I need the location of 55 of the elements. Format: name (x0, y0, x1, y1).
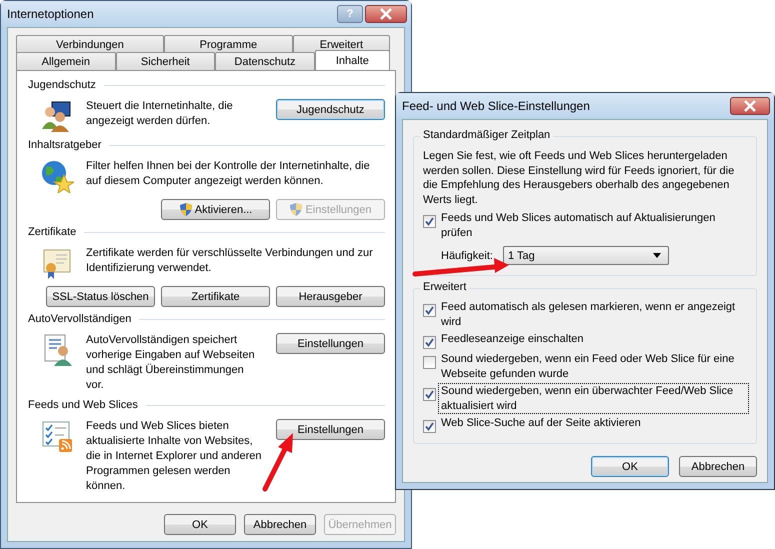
settings-button[interactable]: Einstellungen (276, 333, 385, 354)
tab[interactable]: Programme (164, 35, 293, 53)
section-title: Zertifikate (28, 226, 76, 238)
description-text: Steuert die Internetinhalte, die angezeigt werden dürfen. (86, 99, 234, 129)
dropdown-arrow-icon (652, 253, 661, 258)
frequency-label: Häufigkeit: (441, 250, 493, 262)
checkmark-icon (425, 217, 434, 226)
group-title: Standardmäßiger Zeitplan (420, 129, 554, 141)
section-title: Inhaltsratgeber (28, 139, 102, 151)
feed-list-icon (40, 419, 74, 453)
description-text: Filter helfen Ihnen bei der Kontrolle der Internetinhalte, die auf diesem Computer angezeigt werden können. (86, 159, 371, 189)
tab[interactable]: Verbindungen (16, 35, 164, 53)
checkmark-icon (425, 306, 434, 315)
dialog-button[interactable]: Abbrechen (679, 456, 757, 477)
shield-icon (178, 202, 193, 217)
dialog-button[interactable]: OK (591, 456, 669, 477)
dialog-button[interactable]: Abbrechen (244, 514, 316, 535)
checkbox[interactable]: Sound wiedergeben, wenn ein Feed oder Web Slice für eine Webseite gefunden wurde (423, 352, 748, 381)
settings-button[interactable]: Jugendschutz (276, 99, 385, 120)
checkbox[interactable]: Sound wiedergeben, wenn ein überwachter Feed/Web Slice aktualisiert wird (423, 384, 748, 413)
checkbox[interactable]: Feedleseanzeige einschalten (423, 332, 748, 349)
checkmark-icon (425, 338, 434, 347)
tab[interactable]: Datenschutz (215, 52, 315, 70)
close-icon (379, 8, 393, 20)
frequency-dropdown[interactable]: 1 Tag (502, 246, 669, 265)
globe-star-icon (40, 159, 74, 193)
checkbox[interactable]: Web Slice-Suche auf der Seite aktivieren (423, 416, 748, 433)
close-button[interactable] (730, 97, 770, 115)
group-title: Erweitert (420, 281, 470, 293)
checkmark-icon (425, 390, 434, 399)
settings-button[interactable]: Einstellungen (276, 419, 385, 440)
description-text: AutoVervollständigen speichert vorherige Eingaben auf Webseiten und schlägt Übereinstimmungen vor. (86, 333, 256, 393)
tab[interactable]: Allgemein (16, 52, 116, 70)
close-icon (743, 100, 757, 112)
tab[interactable]: Inhalte (314, 50, 390, 70)
description-text: Feeds und Web Slices bieten aktualisierte Inhalte von Websites, die in Internet Explorer und anderen Programmen gelesen werden können. (86, 419, 263, 494)
checkbox[interactable]: Feed automatisch als gelesen markieren, wenn er angezeigt wird (423, 300, 748, 329)
settings-button[interactable]: Aktivieren... (161, 199, 270, 220)
checkbox[interactable]: Feeds und Web Slices automatisch auf Aktualisierungen prüfen (423, 211, 748, 240)
description-text: Legen Sie fest, wie oft Feeds und Web Slices heruntergeladen werden sollen. Diese Einstellung wird für Feeds ignoriert, für die die Empfehlung des Herausgebers oberhalb des angegebenen Werts liegt. (423, 149, 736, 207)
settings-button[interactable]: SSL-Status löschen (46, 286, 155, 307)
window-title: Feed- und Web Slice-Einstellungen (402, 99, 591, 113)
close-button[interactable] (365, 5, 407, 23)
section-title: AutoVervollständigen (28, 313, 132, 325)
section-title: Jugendschutz (28, 79, 96, 91)
description-text: Zertifikate werden für verschlüsselte Verbindungen und zur Identifizierung verwendet. (86, 246, 374, 276)
checkmark-icon (425, 422, 434, 431)
window-title: Internetoptionen (7, 7, 95, 21)
annotation-arrow (262, 433, 293, 492)
shield-icon (289, 202, 304, 217)
settings-button[interactable]: Herausgeber (276, 286, 385, 307)
settings-button[interactable]: Zertifikate (161, 286, 270, 307)
tab[interactable]: Sicherheit (116, 52, 216, 70)
dialog-button[interactable]: OK (164, 514, 236, 535)
section-title: Feeds und Web Slices (28, 399, 138, 411)
